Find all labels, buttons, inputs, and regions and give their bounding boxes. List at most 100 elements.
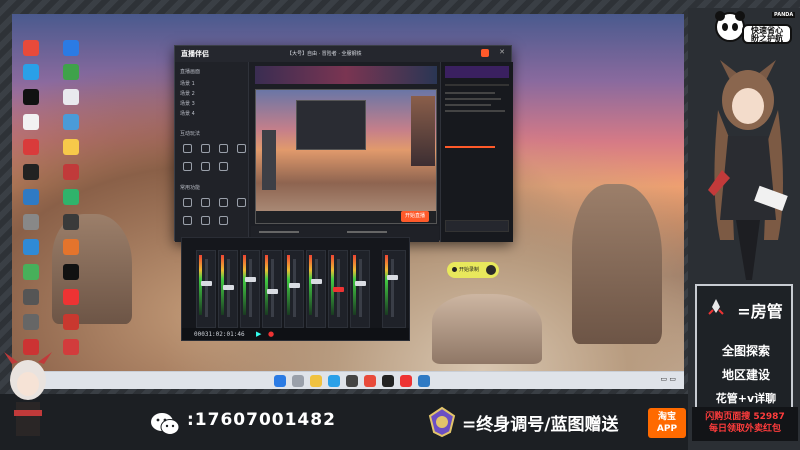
tool-icon[interactable] <box>237 198 246 207</box>
file-explorer-icon[interactable] <box>310 375 322 387</box>
desktop-icon[interactable] <box>16 314 46 336</box>
desktop-icon[interactable] <box>16 114 46 136</box>
mixer-channel[interactable] <box>262 250 282 328</box>
desktop-icon[interactable] <box>56 339 86 361</box>
mixer-channel[interactable] <box>196 250 216 328</box>
section-title: 常用功能 <box>180 185 201 191</box>
mixer-channel[interactable] <box>218 250 238 328</box>
start-live-button[interactable]: 开始直播 <box>401 211 429 222</box>
chibi-character-illustration <box>4 352 52 436</box>
play-icon[interactable]: ▶ <box>256 330 261 338</box>
mixer-channel[interactable] <box>350 250 370 328</box>
nested-character <box>411 96 435 166</box>
role-item: 地区建设 <box>721 368 770 382</box>
clock-icon: ▭ ▭ <box>660 375 676 383</box>
tool-icon[interactable] <box>219 198 228 207</box>
close-icon[interactable]: ✕ <box>499 48 505 56</box>
scene-item[interactable]: 场景 4 <box>180 110 195 117</box>
chat-input[interactable] <box>445 220 509 232</box>
desktop-icon[interactable] <box>16 40 46 62</box>
stream-overlay: ▭ ▭ 直播伴侣 【大号】自由 · 冒险者 · 全服钢铁 ✕ 直播画面 场景 1… <box>0 0 800 450</box>
volume-slider[interactable] <box>259 231 299 233</box>
scene-item[interactable]: 场景 3 <box>180 100 195 107</box>
mixer-channel[interactable] <box>306 250 326 328</box>
nested-icons <box>262 130 276 190</box>
desktop-icon[interactable] <box>56 264 86 286</box>
desktop-icon[interactable] <box>16 214 46 236</box>
desktop-icon[interactable] <box>56 40 86 62</box>
timecode: 00031:02:01:46 <box>194 331 245 338</box>
coupon-promo: 闪购页面搜 52987 每日领取外卖红包 <box>692 407 798 441</box>
desktop-icon[interactable] <box>56 214 86 236</box>
tool-icon[interactable] <box>183 198 192 207</box>
notification-icon[interactable] <box>481 49 489 57</box>
stream-preview <box>255 89 437 224</box>
wechat-icon <box>151 413 180 435</box>
desktop-icon[interactable] <box>16 239 46 261</box>
tool-icon[interactable] <box>201 216 210 225</box>
role-item: 花管+v详聊 <box>715 392 777 405</box>
desktop-icon[interactable] <box>16 264 46 286</box>
record-icon[interactable]: ● <box>268 330 274 338</box>
mixer-transport: 00031:02:01:46 ▶ ● <box>182 328 409 340</box>
search-icon[interactable] <box>292 375 304 387</box>
tool-icon[interactable] <box>201 162 210 171</box>
tool-icon[interactable] <box>237 144 246 153</box>
windows-start-icon[interactable] <box>274 375 286 387</box>
tool-icon[interactable] <box>183 144 192 153</box>
tool-icon[interactable] <box>219 144 228 153</box>
desktop-icon[interactable] <box>16 139 46 161</box>
mixer-channel[interactable] <box>328 250 348 328</box>
desktop-icon[interactable] <box>56 239 86 261</box>
mixer-channel[interactable] <box>284 250 304 328</box>
role-title: =房管 <box>737 302 783 321</box>
record-label: 开始录制 <box>459 267 480 273</box>
stream-title: 【大号】自由 · 冒险者 · 全服钢铁 <box>287 51 362 57</box>
rock-formation <box>432 294 542 364</box>
desktop-icon[interactable] <box>16 64 46 86</box>
scene-item[interactable]: 场景 1 <box>180 80 195 87</box>
taskbar: ▭ ▭ <box>12 371 684 389</box>
desktop-icon[interactable] <box>16 89 46 111</box>
desktop-icon[interactable] <box>16 289 46 311</box>
left-panel: 直播画面 场景 1 场景 2 场景 3 场景 4 互动玩法 常用功能 <box>175 62 249 242</box>
volume-slider[interactable] <box>347 231 387 233</box>
desktop-icon[interactable] <box>56 189 86 211</box>
desktop-icon[interactable] <box>56 89 86 111</box>
desktop-icon[interactable] <box>56 64 86 86</box>
record-icon <box>452 267 457 272</box>
app-icon[interactable] <box>346 375 358 387</box>
desktop-icon[interactable] <box>56 139 86 161</box>
tool-icon[interactable] <box>219 162 228 171</box>
promo-slogan: =终身调号/蓝图赠送 <box>462 415 619 435</box>
anime-character-illustration <box>708 60 788 280</box>
audio-mixer: 00031:02:01:46 ▶ ● <box>181 237 410 341</box>
tool-icon[interactable] <box>183 162 192 171</box>
master-channel[interactable] <box>382 250 406 328</box>
desktop-icon[interactable] <box>16 164 46 186</box>
banner <box>255 66 437 84</box>
app-icon[interactable] <box>400 375 412 387</box>
tool-icon[interactable] <box>183 216 192 225</box>
desktop-icon[interactable] <box>56 289 86 311</box>
record-widget[interactable]: 开始录制 <box>447 262 499 278</box>
tool-icon[interactable] <box>201 198 210 207</box>
live-companion-window: 直播伴侣 【大号】自由 · 冒险者 · 全服钢铁 ✕ 直播画面 场景 1 场景 … <box>174 45 513 242</box>
stop-icon[interactable] <box>486 265 496 275</box>
taobao-app-badge: 淘宝 APP <box>648 408 686 438</box>
tool-icon[interactable] <box>201 144 210 153</box>
desktop-icon[interactable] <box>56 114 86 136</box>
panda-tag: PANDA <box>772 12 796 18</box>
role-item: 全图探索 <box>721 344 770 358</box>
app-icon[interactable] <box>364 375 376 387</box>
desktop-icon[interactable] <box>56 314 86 336</box>
tool-icon[interactable] <box>219 216 228 225</box>
mixer-channel[interactable] <box>240 250 260 328</box>
desktop-icon[interactable] <box>56 164 86 186</box>
desktop-icon[interactable] <box>16 189 46 211</box>
promo-line: 每日领取外卖红包 <box>708 424 781 434</box>
app-icon[interactable] <box>382 375 394 387</box>
scene-item[interactable]: 场景 2 <box>180 90 195 97</box>
app-icon[interactable] <box>418 375 430 387</box>
edge-icon[interactable] <box>328 375 340 387</box>
